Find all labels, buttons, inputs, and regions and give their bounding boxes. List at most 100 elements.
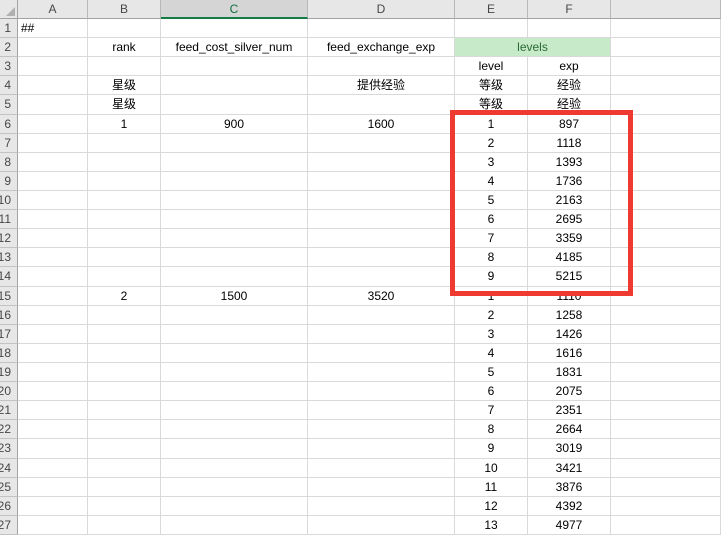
row-header-10[interactable]: 10 bbox=[0, 191, 18, 210]
cell-G21[interactable] bbox=[611, 401, 721, 420]
row-header-11[interactable]: 11 bbox=[0, 210, 18, 229]
cell-E21[interactable]: 7 bbox=[455, 401, 528, 420]
cell-E4[interactable]: 等级 bbox=[455, 76, 528, 95]
row-header-17[interactable]: 17 bbox=[0, 325, 18, 344]
cell-D2[interactable]: feed_exchange_exp bbox=[308, 38, 455, 57]
column-header-F[interactable]: F bbox=[528, 0, 611, 19]
column-header-C[interactable]: C bbox=[161, 0, 308, 19]
cell-B26[interactable] bbox=[88, 497, 161, 516]
cell-B6[interactable]: 1 bbox=[88, 115, 161, 134]
cell-A18[interactable] bbox=[18, 344, 88, 363]
cell-C5[interactable] bbox=[161, 95, 308, 114]
cell-E24[interactable]: 10 bbox=[455, 459, 528, 478]
cell-E18[interactable]: 4 bbox=[455, 344, 528, 363]
cell-A10[interactable] bbox=[18, 191, 88, 210]
cell-D3[interactable] bbox=[308, 57, 455, 76]
cell-C7[interactable] bbox=[161, 134, 308, 153]
cell-A20[interactable] bbox=[18, 382, 88, 401]
cell-A19[interactable] bbox=[18, 363, 88, 382]
cell-D21[interactable] bbox=[308, 401, 455, 420]
cell-G10[interactable] bbox=[611, 191, 721, 210]
cell-E26[interactable]: 12 bbox=[455, 497, 528, 516]
cell-D22[interactable] bbox=[308, 420, 455, 439]
cell-E19[interactable]: 5 bbox=[455, 363, 528, 382]
cell-C25[interactable] bbox=[161, 478, 308, 497]
cell-G4[interactable] bbox=[611, 76, 721, 95]
cell-C27[interactable] bbox=[161, 516, 308, 535]
cell-D4[interactable]: 提供经验 bbox=[308, 76, 455, 95]
cell-F4[interactable]: 经验 bbox=[528, 76, 611, 95]
cell-G1[interactable] bbox=[611, 19, 721, 38]
cell-F16[interactable]: 1258 bbox=[528, 306, 611, 325]
row-header-12[interactable]: 12 bbox=[0, 229, 18, 248]
cell-D9[interactable] bbox=[308, 172, 455, 191]
cell-G17[interactable] bbox=[611, 325, 721, 344]
cell-C24[interactable] bbox=[161, 459, 308, 478]
cell-A9[interactable] bbox=[18, 172, 88, 191]
cell-E6[interactable]: 1 bbox=[455, 115, 528, 134]
column-header-D[interactable]: D bbox=[308, 0, 455, 19]
cell-A27[interactable] bbox=[18, 516, 88, 535]
cell-E27[interactable]: 13 bbox=[455, 516, 528, 535]
cell-B4[interactable]: 星级 bbox=[88, 76, 161, 95]
cell-E22[interactable]: 8 bbox=[455, 420, 528, 439]
cell-E10[interactable]: 5 bbox=[455, 191, 528, 210]
cell-G27[interactable] bbox=[611, 516, 721, 535]
cell-F15[interactable]: 1110 bbox=[528, 287, 611, 306]
row-header-22[interactable]: 22 bbox=[0, 420, 18, 439]
cell-A25[interactable] bbox=[18, 478, 88, 497]
cell-D17[interactable] bbox=[308, 325, 455, 344]
cell-C11[interactable] bbox=[161, 210, 308, 229]
cell-A5[interactable] bbox=[18, 95, 88, 114]
row-header-21[interactable]: 21 bbox=[0, 401, 18, 420]
cell-A16[interactable] bbox=[18, 306, 88, 325]
cell-B11[interactable] bbox=[88, 210, 161, 229]
cell-F11[interactable]: 2695 bbox=[528, 210, 611, 229]
row-header-8[interactable]: 8 bbox=[0, 153, 18, 172]
cell-C10[interactable] bbox=[161, 191, 308, 210]
cell-C17[interactable] bbox=[161, 325, 308, 344]
cell-E3[interactable]: level bbox=[455, 57, 528, 76]
cell-D10[interactable] bbox=[308, 191, 455, 210]
cell-D16[interactable] bbox=[308, 306, 455, 325]
row-header-5[interactable]: 5 bbox=[0, 95, 18, 114]
cell-C6[interactable]: 900 bbox=[161, 115, 308, 134]
column-header-blank[interactable] bbox=[611, 0, 721, 19]
cell-C22[interactable] bbox=[161, 420, 308, 439]
cell-G15[interactable] bbox=[611, 287, 721, 306]
cell-G20[interactable] bbox=[611, 382, 721, 401]
cell-A2[interactable] bbox=[18, 38, 88, 57]
cell-F3[interactable]: exp bbox=[528, 57, 611, 76]
cell-A17[interactable] bbox=[18, 325, 88, 344]
cell-A15[interactable] bbox=[18, 287, 88, 306]
cell-B16[interactable] bbox=[88, 306, 161, 325]
column-header-B[interactable]: B bbox=[88, 0, 161, 19]
cell-E11[interactable]: 6 bbox=[455, 210, 528, 229]
cell-E17[interactable]: 3 bbox=[455, 325, 528, 344]
cell-D12[interactable] bbox=[308, 229, 455, 248]
cell-F21[interactable]: 2351 bbox=[528, 401, 611, 420]
cell-D26[interactable] bbox=[308, 497, 455, 516]
cell-D18[interactable] bbox=[308, 344, 455, 363]
cell-G23[interactable] bbox=[611, 439, 721, 458]
cell-B10[interactable] bbox=[88, 191, 161, 210]
cell-C19[interactable] bbox=[161, 363, 308, 382]
cell-G3[interactable] bbox=[611, 57, 721, 76]
cell-B20[interactable] bbox=[88, 382, 161, 401]
cell-B12[interactable] bbox=[88, 229, 161, 248]
cell-G11[interactable] bbox=[611, 210, 721, 229]
cell-D5[interactable] bbox=[308, 95, 455, 114]
cell-F1[interactable] bbox=[528, 19, 611, 38]
row-header-26[interactable]: 26 bbox=[0, 497, 18, 516]
cell-C21[interactable] bbox=[161, 401, 308, 420]
row-header-27[interactable]: 27 bbox=[0, 516, 18, 535]
cell-E1[interactable] bbox=[455, 19, 528, 38]
cell-merged-E2-F2[interactable]: levels bbox=[455, 38, 611, 57]
cell-E8[interactable]: 3 bbox=[455, 153, 528, 172]
cell-C9[interactable] bbox=[161, 172, 308, 191]
cell-D19[interactable] bbox=[308, 363, 455, 382]
cell-B14[interactable] bbox=[88, 267, 161, 286]
row-header-20[interactable]: 20 bbox=[0, 382, 18, 401]
row-header-9[interactable]: 9 bbox=[0, 172, 18, 191]
cell-G9[interactable] bbox=[611, 172, 721, 191]
